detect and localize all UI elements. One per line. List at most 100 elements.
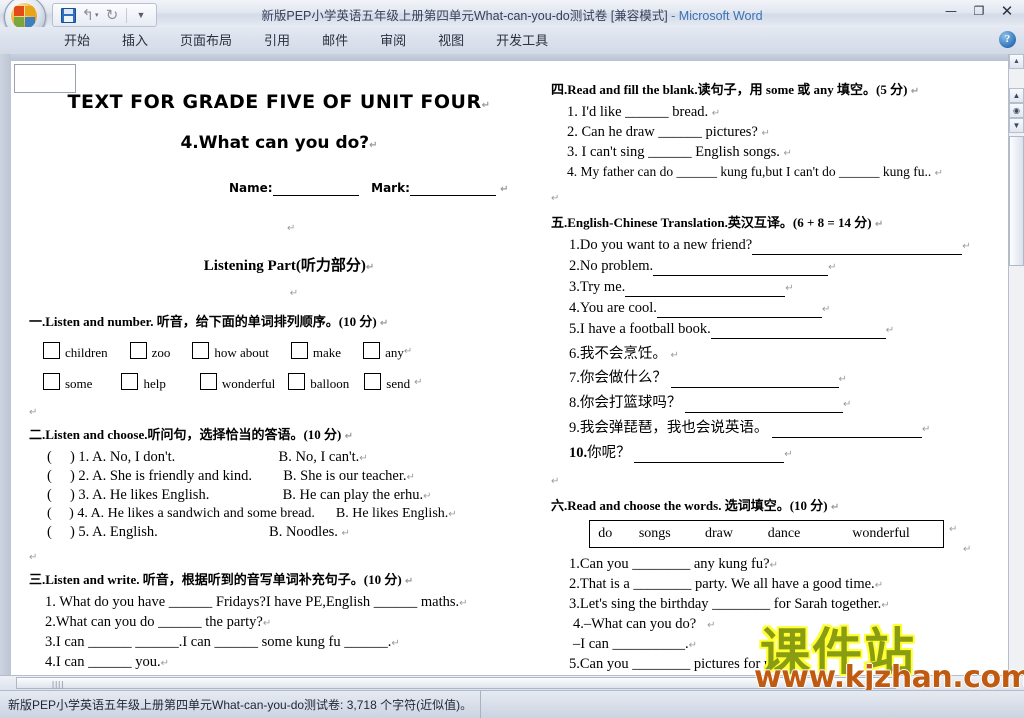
blank-paragraph-2: ↵: [289, 288, 299, 299]
vertical-scrollbar[interactable]: ▲ ▲ ◉ ▼: [1008, 54, 1024, 691]
section-6-item: 3.Let's sing the birthday ________ for S…: [569, 596, 890, 612]
tab-view[interactable]: 视图: [422, 27, 480, 54]
word-bank-cell[interactable]: draw: [689, 521, 749, 548]
page-title: TEXT FOR GRADE FIVE OF UNIT FOUR↵: [67, 91, 491, 113]
word-bank-cell[interactable]: do: [590, 521, 621, 548]
ribbon-tabs: 开始 插入 页面布局 引用 邮件 审阅 视图 开发工具: [48, 27, 564, 54]
checkbox-label: make: [312, 345, 342, 360]
checkbox[interactable]: [192, 342, 210, 359]
section-1-heading: 一.Listen and number. 听音，给下面的单词排列顺序。(10 分…: [29, 314, 389, 329]
checkbox-label: send: [386, 376, 411, 391]
word-bank-cell[interactable]: dance: [749, 521, 819, 548]
horizontal-scrollbar[interactable]: ||||: [0, 675, 1024, 691]
section-3-heading: 三.Listen and write. 听音，根据听到的音写单词补充句子。(10…: [29, 572, 414, 587]
checkbox[interactable]: [129, 342, 147, 359]
tab-insert[interactable]: 插入: [106, 27, 164, 54]
scroll-up-button[interactable]: ▲: [1009, 54, 1024, 69]
blank-paragraph-3: ↵: [29, 407, 38, 418]
section-3-item: 1. What do you have ______ Fridays?I hav…: [45, 594, 468, 610]
section-3-item: 3.I can ______ ______.I can ______ some …: [45, 634, 400, 650]
tab-home[interactable]: 开始: [48, 27, 106, 54]
checkbox[interactable]: [288, 373, 306, 390]
blank-paragraph-5: ↵: [551, 193, 560, 204]
section-6-item: –I can __________.↵: [573, 636, 697, 652]
section-3-item: 2.What can you do ______ the party?↵: [45, 614, 272, 630]
checkbox[interactable]: [43, 342, 60, 359]
left-margin-band: [0, 54, 11, 691]
checkbox-label: balloon: [310, 376, 350, 391]
tab-review[interactable]: 审阅: [364, 27, 422, 54]
section-2-item: ( ) 4. A. He likes a sandwich and some b…: [47, 506, 457, 521]
section-5-item: 10.你呢？ ↵: [569, 445, 793, 463]
page-subtitle: 4.What can you do?↵: [180, 133, 378, 153]
checkbox-label: help: [143, 376, 166, 391]
right-column: 四.Read and fill the blank.读句子，用 some 或 a…: [551, 61, 999, 718]
app-name-text: - Microsoft Word: [667, 9, 763, 23]
name-mark-row: Name: Mark: ↵: [229, 181, 509, 196]
title-bar: ↰ ▾ ↻ ▼ 新版PEP小学英语五年级上册第四单元What-can-you-d…: [0, 0, 1024, 38]
section-5-item: 5.I have a football book. ↵: [569, 321, 895, 339]
checkbox-label: how about: [214, 345, 269, 360]
section-6-heading: 六.Read and choose the words. 选词填空。(10 分)…: [551, 498, 840, 513]
checkbox[interactable]: [43, 373, 60, 390]
ribbon-tab-bar: 开始 插入 页面布局 引用 邮件 审阅 视图 开发工具 ?: [0, 27, 1024, 55]
next-page-icon[interactable]: ▼: [1009, 118, 1024, 133]
hscrollbar-thumb[interactable]: [16, 677, 896, 689]
table-row: do songs draw dance wonderful: [590, 521, 944, 548]
tab-page-layout[interactable]: 页面布局: [164, 27, 248, 54]
scrollbar-thumb[interactable]: [1009, 136, 1024, 266]
section-5-item: 1.Do you want to a new friend? ↵: [569, 237, 971, 255]
name-label: Name:: [229, 181, 273, 195]
blank-paragraph-6: ↵: [551, 476, 560, 487]
status-text: 新版PEP小学英语五年级上册第四单元What-can-you-do测试卷: 3,…: [8, 698, 473, 712]
section-5-item: 9.我会弹琵琶，我也会说英语。 ↵: [569, 420, 931, 438]
section-5-item: 7.你会做什么？ ↵: [569, 370, 847, 388]
section-4-item: 4. My father can do ______ kung fu,but I…: [567, 164, 944, 179]
tab-references[interactable]: 引用: [248, 27, 306, 54]
select-browse-object-group: ▲ ◉ ▼: [1009, 88, 1024, 134]
blank-paragraph: ↵: [287, 223, 296, 234]
checkbox[interactable]: [199, 373, 217, 390]
word-bank-wrapper: do songs draw dance wonderful ↵ ↵: [551, 520, 999, 555]
help-icon[interactable]: ?: [999, 31, 1016, 48]
word-bank-cell[interactable]: songs: [621, 521, 689, 548]
status-bar: 新版PEP小学英语五年级上册第四单元What-can-you-do测试卷: 3,…: [0, 690, 1024, 718]
section-5-item: 8.你会打篮球吗？ ↵: [569, 395, 852, 413]
section-6-item: 2.That is a ________ party. We all have …: [569, 576, 884, 592]
section-3-item: 4.I can ______ you.↵: [45, 654, 169, 670]
word-window: ↰ ▾ ↻ ▼ 新版PEP小学英语五年级上册第四单元What-can-you-d…: [0, 0, 1024, 718]
checkbox[interactable]: [364, 373, 382, 390]
window-title: 新版PEP小学英语五年级上册第四单元What-can-you-do测试卷 [兼容…: [0, 5, 1024, 24]
checkbox[interactable]: [290, 342, 308, 359]
section-5-item: 2.No problem. ↵: [569, 258, 837, 276]
top-margin-band: [0, 54, 1024, 61]
restore-button[interactable]: ❐: [966, 2, 992, 20]
checkbox-label: children: [65, 345, 108, 360]
section-2-item: ( ) 1. A. No, I don't. B. No, I can't.↵: [47, 449, 368, 465]
hscroll-grip-icon: ||||: [52, 680, 65, 689]
checkbox[interactable]: [121, 373, 139, 390]
section-1-row-2: some help wonderful balloon send ↵: [29, 373, 529, 391]
select-browse-object-icon[interactable]: ◉: [1009, 103, 1024, 118]
section-2-heading: 二.Listen and choose.听问句，选择恰当的答语。(10 分) ↵: [29, 427, 354, 442]
document-page[interactable]: TEXT FOR GRADE FIVE OF UNIT FOUR↵ 4.What…: [11, 61, 1009, 718]
mark-label: Mark:: [371, 181, 410, 195]
window-controls: — ❐ ✕: [938, 2, 1020, 20]
close-button[interactable]: ✕: [994, 2, 1020, 20]
document-area: TEXT FOR GRADE FIVE OF UNIT FOUR↵ 4.What…: [0, 54, 1024, 718]
section-2-item: ( ) 3. A. He likes English. B. He can pl…: [47, 487, 432, 503]
blank-paragraph-4: ↵: [29, 552, 38, 563]
checkbox-label: some: [65, 376, 93, 391]
minimize-button[interactable]: —: [938, 2, 964, 20]
word-bank-table: do songs draw dance wonderful: [589, 520, 944, 548]
tab-mailings[interactable]: 邮件: [306, 27, 364, 54]
checkbox[interactable]: [363, 342, 381, 359]
previous-page-icon[interactable]: ▲: [1009, 88, 1024, 103]
section-4-item: 2. Can he draw ______ pictures? ↵: [567, 124, 770, 140]
section-1-row-1: children zoo how about make any ↵: [29, 342, 529, 360]
word-bank-cell[interactable]: wonderful: [819, 521, 943, 548]
section-4-item: 1. I'd like ______ bread. ↵: [567, 104, 721, 120]
tab-developer[interactable]: 开发工具: [480, 27, 564, 54]
section-4-item: 3. I can't sing ______ English songs. ↵: [567, 144, 792, 160]
section-6-item: 5.Can you ________ pictures for me?↵: [569, 656, 797, 672]
